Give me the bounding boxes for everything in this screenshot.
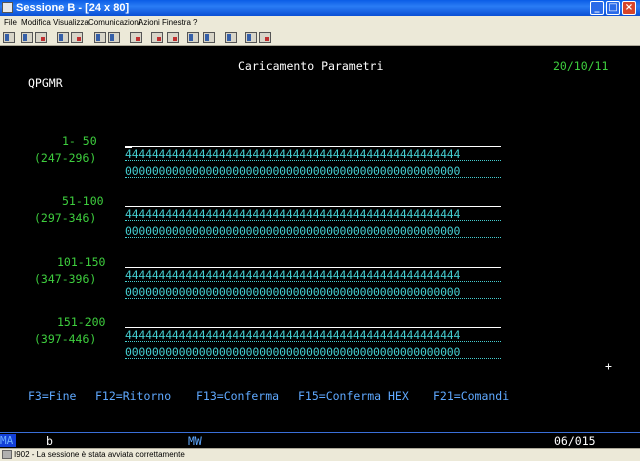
range-label-3: 101-150 xyxy=(57,255,106,269)
message-waiting-indicator: MW xyxy=(188,434,202,448)
field-row-lo[interactable]: 0000000000000000000000000000000000000000… xyxy=(125,287,501,299)
field-row-lo[interactable]: 0000000000000000000000000000000000000000… xyxy=(125,347,501,359)
range-label-2: 51-100 xyxy=(62,194,104,208)
menu-visualizza[interactable]: Visualizza xyxy=(53,17,89,28)
cursor-position: 06/015 xyxy=(554,434,596,448)
keyboard-icon[interactable] xyxy=(130,32,142,43)
macro-play-icon[interactable] xyxy=(187,32,199,43)
program-name: QPGMR xyxy=(28,76,63,90)
field-row-hi[interactable]: 4444444444444444444444444444444444444444… xyxy=(125,149,501,161)
field-row-hi[interactable]: 4444444444444444444444444444444444444444… xyxy=(125,330,501,342)
field-row-hi[interactable]: 4444444444444444444444444444444444444444… xyxy=(125,209,501,221)
minimize-icon[interactable]: _ xyxy=(590,1,604,15)
screen-date: 20/10/11 xyxy=(553,59,609,73)
offset-label-1: (247-296) xyxy=(34,151,97,165)
fkey-f12[interactable]: F12=Ritorno xyxy=(95,390,171,402)
field-row-lo[interactable]: 0000000000000000000000000000000000000000… xyxy=(125,226,501,238)
menu-modifica[interactable]: Modifica xyxy=(21,17,51,28)
help-icon[interactable] xyxy=(259,32,271,43)
fkey-f21[interactable]: F21=Comandi xyxy=(433,390,509,402)
operator-info-area: MA b MW 06/015 xyxy=(0,432,640,448)
mode-indicator: MA xyxy=(0,434,16,447)
toolbar xyxy=(0,29,640,46)
macro-edit-icon[interactable] xyxy=(203,32,215,43)
fkey-f13[interactable]: F13=Conferma xyxy=(196,390,279,402)
paste-icon[interactable] xyxy=(35,32,47,43)
screen-title: Caricamento Parametri xyxy=(238,59,384,73)
menu-finestra[interactable]: Finestra xyxy=(162,17,191,28)
range-label-1: 1- 50 xyxy=(62,134,97,148)
status-message: I902 - La sessione è stata avviata corre… xyxy=(14,450,185,459)
window-title: Sessione B - [24 x 80] xyxy=(16,2,130,14)
app-icon[interactable] xyxy=(2,2,13,13)
offset-label-4: (397-446) xyxy=(34,332,97,346)
globe-icon[interactable] xyxy=(245,32,257,43)
field-row-lo[interactable]: 0000000000000000000000000000000000000000… xyxy=(125,166,501,178)
customize-icon[interactable] xyxy=(225,32,237,43)
copy-icon[interactable] xyxy=(21,32,33,43)
macro-record-icon[interactable] xyxy=(151,32,163,43)
system-indicator: b xyxy=(46,434,53,448)
fkey-f3[interactable]: F3=Fine xyxy=(28,390,76,402)
fkey-f15[interactable]: F15=Conferma HEX xyxy=(298,390,409,402)
window-titlebar: Sessione B - [24 x 80] _ □ × xyxy=(0,0,640,16)
offset-label-2: (297-346) xyxy=(34,211,97,225)
maximize-icon[interactable]: □ xyxy=(606,1,620,15)
send-file-icon[interactable] xyxy=(57,32,69,43)
menu-file[interactable]: File xyxy=(4,17,17,28)
close-icon[interactable]: × xyxy=(622,1,636,15)
print-screen-icon[interactable] xyxy=(3,32,15,43)
menu-comunicazioni[interactable]: Comunicazioni xyxy=(88,17,140,28)
menu-bar: File Modifica Visualizza Comunicazioni A… xyxy=(0,16,640,29)
text-cursor xyxy=(125,146,132,148)
menu-azioni[interactable]: Azioni xyxy=(138,17,160,28)
field-row-hi[interactable]: 4444444444444444444444444444444444444444… xyxy=(125,270,501,282)
receive-file-icon[interactable] xyxy=(71,32,83,43)
terminal-screen[interactable]: Caricamento Parametri 20/10/11 QPGMR 1- … xyxy=(0,46,640,432)
status-bar: I902 - La sessione è stata avviata corre… xyxy=(0,448,640,461)
offset-label-3: (347-396) xyxy=(34,272,97,286)
display-icon[interactable] xyxy=(94,32,106,43)
more-indicator: + xyxy=(605,359,612,373)
menu-help[interactable]: ? xyxy=(193,17,197,28)
color-map-icon[interactable] xyxy=(108,32,120,43)
session-status-icon xyxy=(2,450,12,459)
macro-stop-icon[interactable] xyxy=(167,32,179,43)
range-label-4: 151-200 xyxy=(57,315,106,329)
